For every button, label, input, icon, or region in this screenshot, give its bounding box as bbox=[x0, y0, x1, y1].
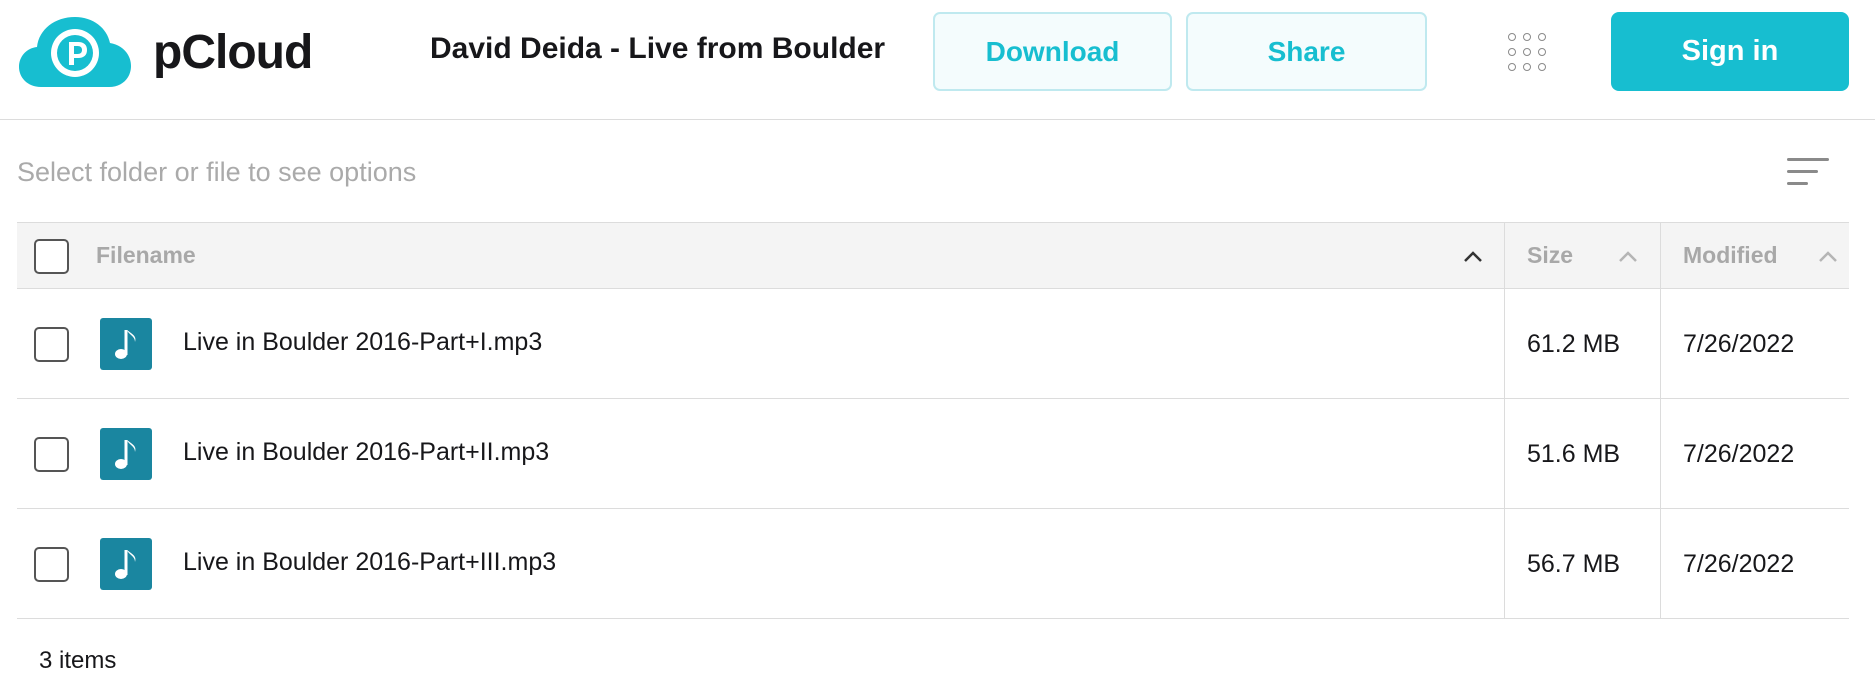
grid-dot bbox=[1523, 33, 1531, 41]
pcloud-cloud-icon bbox=[19, 17, 131, 87]
chevron-up-icon[interactable] bbox=[1463, 249, 1482, 265]
table-row[interactable]: Live in Boulder 2016-Part+II.mp3 51.6 MB… bbox=[17, 399, 1849, 509]
grid-dot bbox=[1508, 33, 1516, 41]
logo-text: pCloud bbox=[153, 25, 313, 79]
column-divider bbox=[1660, 509, 1661, 618]
grid-dot bbox=[1538, 33, 1546, 41]
table-header: Filename Size Modified bbox=[17, 222, 1849, 289]
column-size[interactable]: Size bbox=[1527, 242, 1573, 269]
column-divider bbox=[1660, 223, 1661, 288]
selection-hint: Select folder or file to see options bbox=[17, 157, 417, 187]
row-checkbox[interactable] bbox=[34, 437, 69, 472]
column-filename[interactable]: Filename bbox=[96, 242, 196, 269]
row-checkbox[interactable] bbox=[34, 327, 69, 362]
column-divider bbox=[1504, 509, 1505, 618]
grid-dot bbox=[1538, 48, 1546, 56]
chevron-up-icon[interactable] bbox=[1818, 249, 1837, 265]
sign-in-button[interactable]: Sign in bbox=[1611, 12, 1849, 91]
chevron-up-icon[interactable] bbox=[1618, 249, 1637, 265]
file-table: Filename Size Modified Live in Boulder 2… bbox=[17, 222, 1849, 619]
sort-lines-icon[interactable] bbox=[1787, 157, 1829, 187]
table-row[interactable]: Live in Boulder 2016-Part+III.mp3 56.7 M… bbox=[17, 509, 1849, 619]
grid-dot bbox=[1538, 63, 1546, 71]
column-divider bbox=[1660, 399, 1661, 508]
file-size: 61.2 MB bbox=[1527, 330, 1621, 358]
download-button[interactable]: Download bbox=[933, 12, 1172, 91]
row-checkbox[interactable] bbox=[34, 547, 69, 582]
grid-dot bbox=[1523, 48, 1531, 56]
top-bar: pCloud David Deida - Live from Boulder D… bbox=[0, 0, 1875, 120]
file-name[interactable]: Live in Boulder 2016-Part+II.mp3 bbox=[183, 438, 549, 467]
folder-title: David Deida - Live from Boulder bbox=[430, 32, 886, 65]
grid-dot bbox=[1523, 63, 1531, 71]
column-divider bbox=[1504, 223, 1505, 288]
file-modified: 7/26/2022 bbox=[1683, 550, 1795, 578]
select-all-checkbox[interactable] bbox=[34, 239, 69, 274]
column-modified[interactable]: Modified bbox=[1683, 242, 1778, 269]
pcloud-logo[interactable]: pCloud bbox=[19, 14, 313, 90]
file-size: 51.6 MB bbox=[1527, 440, 1621, 468]
share-button[interactable]: Share bbox=[1186, 12, 1427, 91]
column-divider bbox=[1504, 289, 1505, 398]
file-size: 56.7 MB bbox=[1527, 550, 1621, 578]
item-count: 3 items bbox=[39, 647, 117, 674]
file-name[interactable]: Live in Boulder 2016-Part+I.mp3 bbox=[183, 328, 542, 357]
file-modified: 7/26/2022 bbox=[1683, 440, 1795, 468]
table-row[interactable]: Live in Boulder 2016-Part+I.mp3 61.2 MB … bbox=[17, 289, 1849, 399]
music-note-icon bbox=[100, 318, 152, 370]
grid-dot bbox=[1508, 63, 1516, 71]
file-modified: 7/26/2022 bbox=[1683, 330, 1795, 358]
file-name[interactable]: Live in Boulder 2016-Part+III.mp3 bbox=[183, 548, 556, 577]
music-note-icon bbox=[100, 538, 152, 590]
column-divider bbox=[1660, 289, 1661, 398]
music-note-icon bbox=[100, 428, 152, 480]
grid-dot bbox=[1508, 48, 1516, 56]
grid-icon[interactable] bbox=[1505, 30, 1549, 74]
column-divider bbox=[1504, 399, 1505, 508]
